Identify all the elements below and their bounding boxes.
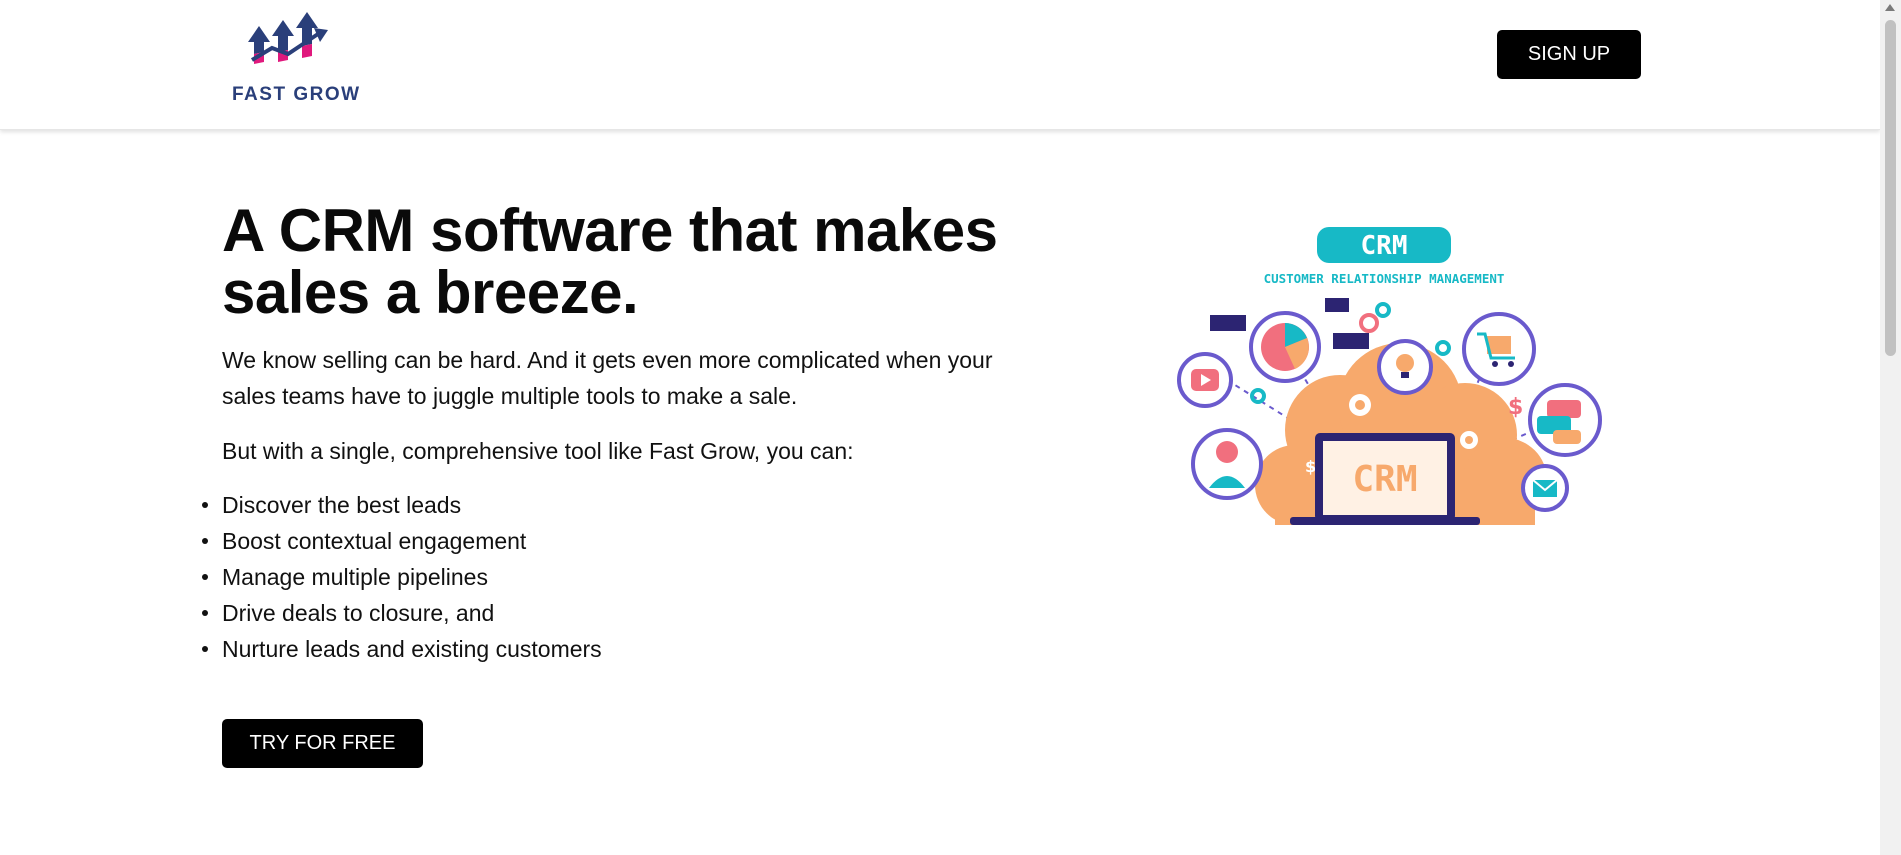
feature-list: Discover the best leads Boost contextual… xyxy=(202,487,602,667)
vertical-scrollbar[interactable] xyxy=(1880,0,1901,855)
signup-button[interactable]: SIGN UP xyxy=(1497,30,1641,79)
crm-subtitle-text: CUSTOMER RELATIONSHIP MANAGEMENT xyxy=(1264,271,1505,286)
list-item: Manage multiple pipelines xyxy=(202,559,602,595)
list-item: Discover the best leads xyxy=(202,487,602,523)
hero-title: A CRM software that makes sales a breeze… xyxy=(222,197,998,326)
crm-illustration: CRM CUSTOMER RELATIONSHIP MANAGEMENT $ C… xyxy=(1177,227,1602,525)
list-item: Nurture leads and existing customers xyxy=(202,631,602,667)
crm-badge-text: CRM xyxy=(1361,231,1408,261)
svg-text:$: $ xyxy=(1508,395,1523,420)
list-item: Drive deals to closure, and xyxy=(202,595,602,631)
logo-text: FAST GROW xyxy=(232,84,361,105)
list-item: Boost contextual engagement xyxy=(202,523,602,559)
logo[interactable]: FAST GROW xyxy=(228,12,363,108)
growth-arrows-icon xyxy=(248,12,328,64)
laptop-screen-text: CRM xyxy=(1352,459,1417,500)
svg-text:$: $ xyxy=(1305,457,1316,476)
hero-lead-paragraph: But with a single, comprehensive tool li… xyxy=(222,438,854,464)
hero-intro-paragraph: We know selling can be hard. And it gets… xyxy=(222,347,993,409)
scroll-thumb[interactable] xyxy=(1885,20,1896,356)
scroll-up-arrow-icon[interactable] xyxy=(1885,4,1895,11)
try-for-free-button[interactable]: TRY FOR FREE xyxy=(222,719,423,768)
site-header: FAST GROW SIGN UP xyxy=(0,0,1880,130)
